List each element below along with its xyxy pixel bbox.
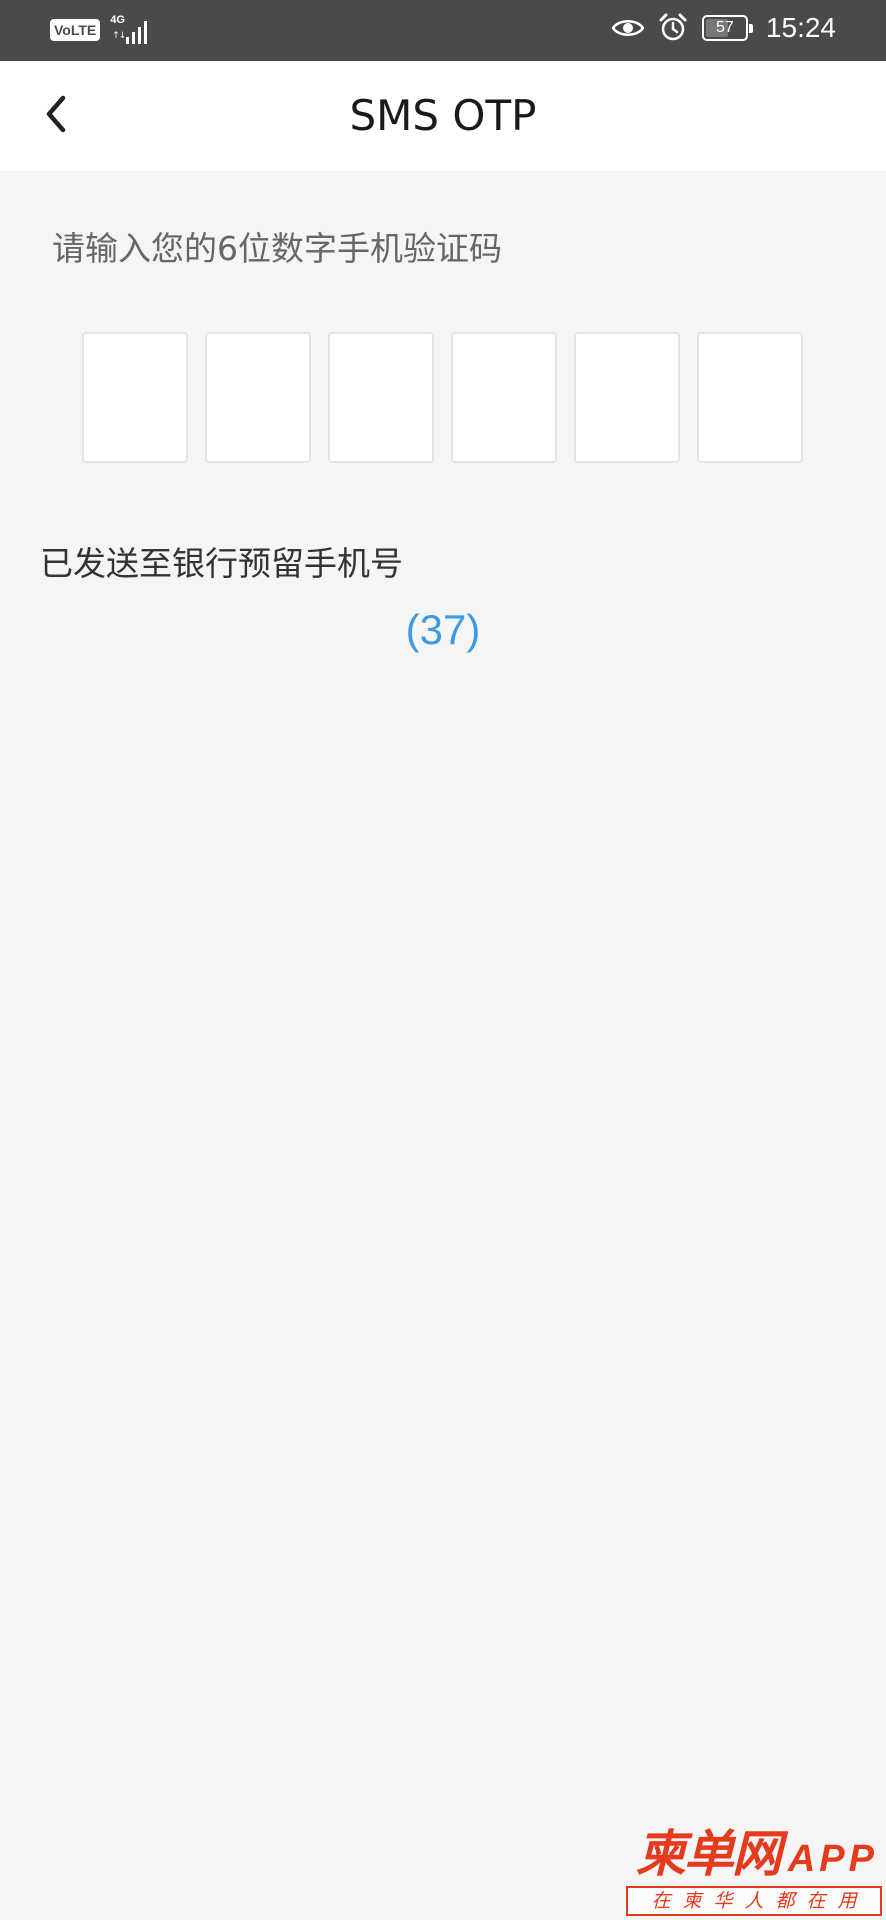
otp-prompt: 请输入您的6位数字手机验证码 — [52, 229, 502, 268]
otp-digit-input-4[interactable] — [451, 332, 557, 463]
otp-input-group — [82, 332, 803, 463]
alarm-icon — [658, 13, 688, 43]
sent-notice: 已发送至银行预留手机号 — [40, 544, 403, 583]
signal-bar — [138, 27, 142, 44]
otp-digit-input-2[interactable] — [205, 332, 311, 463]
otp-digit-input-6[interactable] — [697, 332, 803, 463]
status-bar-right: 57 15:24 — [611, 12, 836, 44]
resend-countdown[interactable]: (37) — [0, 604, 886, 656]
status-bar-left: VoLTE 4G ↑↓ — [50, 14, 158, 44]
otp-digit-input-3[interactable] — [328, 332, 434, 463]
watermark-logo-text: 柬单网 — [635, 1825, 782, 1883]
otp-digit-input-5[interactable] — [574, 332, 680, 463]
signal-bar — [126, 37, 130, 44]
battery-level: 57 — [716, 19, 734, 36]
eye-icon — [611, 17, 644, 39]
battery-icon: 57 — [701, 15, 753, 41]
signal-bars-icon — [126, 21, 148, 44]
watermark-logo-suffix: APP — [787, 1838, 878, 1880]
watermark-logo: 柬单网 APP 在柬华人都在用 — [622, 1826, 882, 1916]
nav-bar: SMS OTP — [0, 61, 886, 171]
watermark-logo-main: 柬单网 APP — [636, 1826, 878, 1887]
otp-digit-input-1[interactable] — [82, 332, 188, 463]
status-time: 15:24 — [765, 12, 836, 43]
volte-badge: VoLTE — [50, 19, 101, 41]
signal-bar — [144, 21, 148, 44]
signal-bar — [132, 32, 136, 44]
page-title: SMS OTP — [349, 91, 537, 140]
watermark-slogan: 在柬华人都在用 — [626, 1886, 882, 1916]
network-type-label: 4G — [110, 14, 125, 26]
status-bar: VoLTE 4G ↑↓ 57 15:24 — [0, 0, 886, 61]
cellular-signal-icon: 4G ↑↓ — [110, 14, 158, 44]
data-arrows-icon: ↑↓ — [112, 31, 126, 41]
